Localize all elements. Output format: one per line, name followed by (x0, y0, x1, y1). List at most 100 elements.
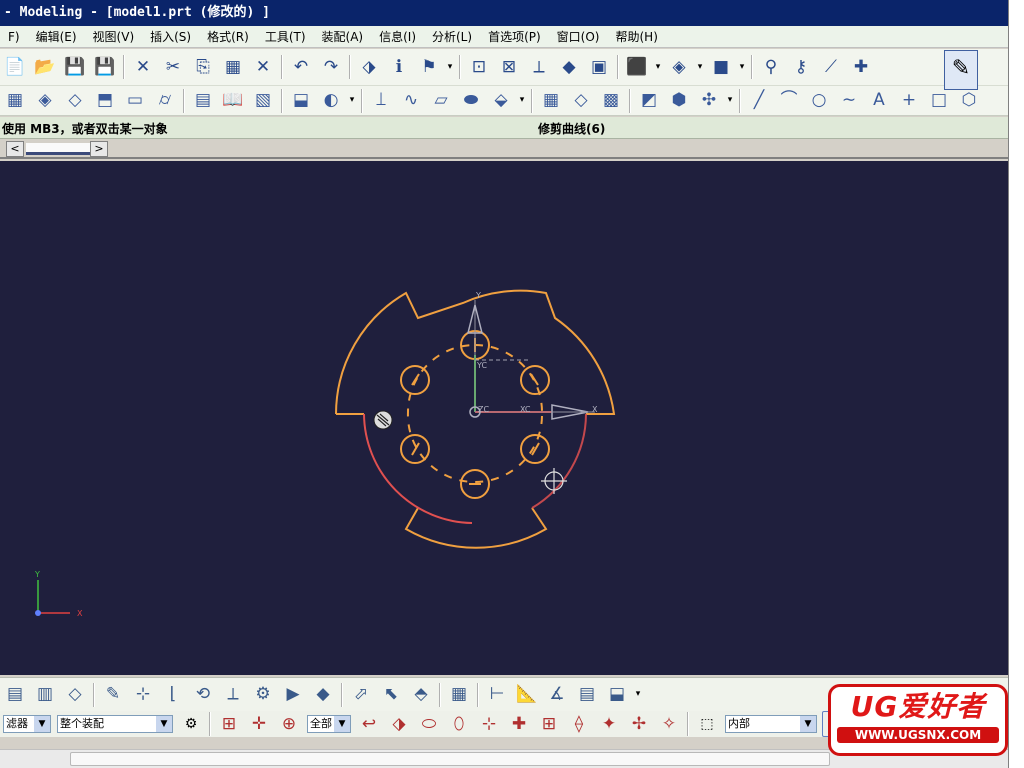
rectangle-icon[interactable]: □ (926, 88, 952, 114)
paste-icon[interactable]: ▦ (220, 54, 246, 80)
shaded-icon[interactable]: ◆ (556, 54, 582, 80)
menu-insert[interactable]: 插入(S) (142, 28, 199, 45)
fit-view-icon[interactable]: ⊡ (466, 54, 492, 80)
undo-selection-icon[interactable]: ↩ (356, 711, 382, 737)
select-edge-icon[interactable]: ⬭ (416, 711, 442, 737)
mesh-surface-icon[interactable]: ▦ (538, 88, 564, 114)
filter-reset-icon[interactable]: ⚙ (178, 711, 204, 737)
book-icon[interactable]: 📖 (220, 88, 246, 114)
render-icon[interactable]: ◈ (666, 54, 692, 80)
measure-icon[interactable]: ⊢ (484, 682, 510, 708)
redo-icon[interactable]: ↷ (318, 54, 344, 80)
table-icon[interactable]: ▤ (574, 682, 600, 708)
edit-object-icon[interactable]: ⬗ (356, 54, 382, 80)
grid-icon[interactable]: ▦ (446, 682, 472, 708)
line-icon[interactable]: ╱ (746, 88, 772, 114)
sew-icon[interactable]: ⬬ (458, 88, 484, 114)
new-icon[interactable]: 📄 (2, 54, 28, 80)
wcs-icon[interactable]: ⟂ (526, 54, 552, 80)
circle-icon[interactable]: ○ (806, 88, 832, 114)
text-icon[interactable]: A (866, 88, 892, 114)
snap-scope-dropdown[interactable]: 全部 ▼ (307, 715, 351, 733)
snap-center-icon[interactable]: ⊕ (276, 711, 302, 737)
menu-edit[interactable]: 编辑(E) (28, 28, 85, 45)
surface-grid-icon[interactable]: ▦ (2, 88, 28, 114)
menu-analysis[interactable]: 分析(L) (424, 28, 480, 45)
arc-icon[interactable]: ⌒ (776, 88, 802, 114)
cube-view-icon[interactable]: ⬛ (624, 54, 650, 80)
snap-endpoint-icon[interactable]: ⊞ (216, 711, 242, 737)
select-feature-icon[interactable]: ⬉ (378, 682, 404, 708)
sketch-edit-icon[interactable]: ✎ (100, 682, 126, 708)
graphics-window[interactable]: Y X YC XC ZC Y X (0, 161, 1008, 675)
sketch-pencil-icon[interactable]: ✎ (944, 50, 978, 90)
menu-preferences[interactable]: 首选项(P) (480, 28, 549, 45)
dimension-icon[interactable]: ⚷ (788, 54, 814, 80)
feature-group-icon[interactable]: ▧ (250, 88, 276, 114)
block-icon[interactable]: ⬢ (666, 88, 692, 114)
scroll-right-button[interactable]: > (90, 141, 108, 157)
extrude-icon[interactable]: ⬓ (288, 88, 314, 114)
rectangle-select-icon[interactable]: ⬚ (694, 711, 720, 737)
menu-help[interactable]: 帮助(H) (607, 28, 665, 45)
copy-icon[interactable]: ⎘ (190, 54, 216, 80)
wcs-origin-icon[interactable]: ⌊ (160, 682, 186, 708)
layer-settings-icon[interactable]: ▥ (32, 682, 58, 708)
measure-angle-icon[interactable]: ∡ (544, 682, 570, 708)
open-icon[interactable]: 📂 (32, 54, 58, 80)
menu-information[interactable]: 信息(I) (371, 28, 424, 45)
horizontal-scroll-thumb[interactable] (70, 752, 830, 766)
dropdown-arrow-icon[interactable]: ▾ (444, 54, 456, 80)
menu-tools[interactable]: 工具(T) (257, 28, 314, 45)
surface-patch-icon[interactable]: ◇ (62, 88, 88, 114)
wcs-set-icon[interactable]: ⚙ (250, 682, 276, 708)
select-icon[interactable]: ⬀ (348, 682, 374, 708)
select-arc-icon[interactable]: ✢ (626, 711, 652, 737)
dropdown-arrow-icon[interactable]: ▾ (724, 88, 736, 114)
grid-surface-icon[interactable]: ▩ (598, 88, 624, 114)
select-solid-icon[interactable]: ⬗ (386, 711, 412, 737)
info-icon[interactable]: ℹ (386, 54, 412, 80)
transform-icon[interactable]: ✣ (696, 88, 722, 114)
color-icon[interactable]: ■ (708, 54, 734, 80)
surface-mesh-icon[interactable]: ◈ (32, 88, 58, 114)
layout-icon[interactable]: ▣ (586, 54, 612, 80)
dropdown-arrow-icon[interactable]: ▾ (346, 88, 358, 114)
select-vertex-icon[interactable]: ✦ (596, 711, 622, 737)
scroll-left-button[interactable]: < (6, 141, 24, 157)
scroll-thumb[interactable] (26, 143, 90, 155)
cut-icon[interactable]: ✂ (160, 54, 186, 80)
curve-icon[interactable]: ∼ (836, 88, 862, 114)
snap-midpoint-icon[interactable]: ✛ (246, 711, 272, 737)
delete-x-icon[interactable]: ✕ (250, 54, 276, 80)
datum-axis-icon[interactable]: ⟘ (368, 88, 394, 114)
wcs-dynamic-icon[interactable]: ⟂ (220, 682, 246, 708)
dropdown-arrow-icon[interactable]: ▾ (736, 54, 748, 80)
ruler-icon[interactable]: 📐 (514, 682, 540, 708)
select-intersection-icon[interactable]: ✚ (506, 711, 532, 737)
menu-window[interactable]: 窗口(O) (549, 28, 608, 45)
delete-icon[interactable]: ✕ (130, 54, 156, 80)
bounded-plane-icon[interactable]: ◇ (568, 88, 594, 114)
point-icon[interactable]: + (896, 88, 922, 114)
section-view-icon[interactable]: ◩ (636, 88, 662, 114)
surface-sweep-icon[interactable]: ⬒ (92, 88, 118, 114)
thicken-icon[interactable]: ▤ (190, 88, 216, 114)
scope-dropdown[interactable]: 整个装配 ▼ (57, 715, 173, 733)
menu-file[interactable]: F) (0, 30, 28, 44)
select-face-icon[interactable]: ⬘ (408, 682, 434, 708)
dropdown-arrow-icon[interactable]: ▾ (632, 682, 644, 708)
wcs-rotate-icon[interactable]: ⟲ (190, 682, 216, 708)
sketch-icon[interactable]: ⚲ (758, 54, 784, 80)
menu-view[interactable]: 视图(V) (85, 28, 143, 45)
dropdown-arrow-icon[interactable]: ▾ (516, 88, 528, 114)
dropdown-arrow-icon[interactable]: ▾ (694, 54, 706, 80)
patch-icon[interactable]: ⬙ (488, 88, 514, 114)
zoom-icon[interactable]: ⊠ (496, 54, 522, 80)
dropdown-arrow-icon[interactable]: ▾ (652, 54, 664, 80)
save-as-icon[interactable]: 💾 (92, 54, 118, 80)
offset-surface-icon[interactable]: ▱ (428, 88, 454, 114)
trim-curve-icon[interactable]: ⟋ (818, 54, 844, 80)
layer-icon[interactable]: ▤ (2, 682, 28, 708)
layer-move-icon[interactable]: ◇ (62, 682, 88, 708)
